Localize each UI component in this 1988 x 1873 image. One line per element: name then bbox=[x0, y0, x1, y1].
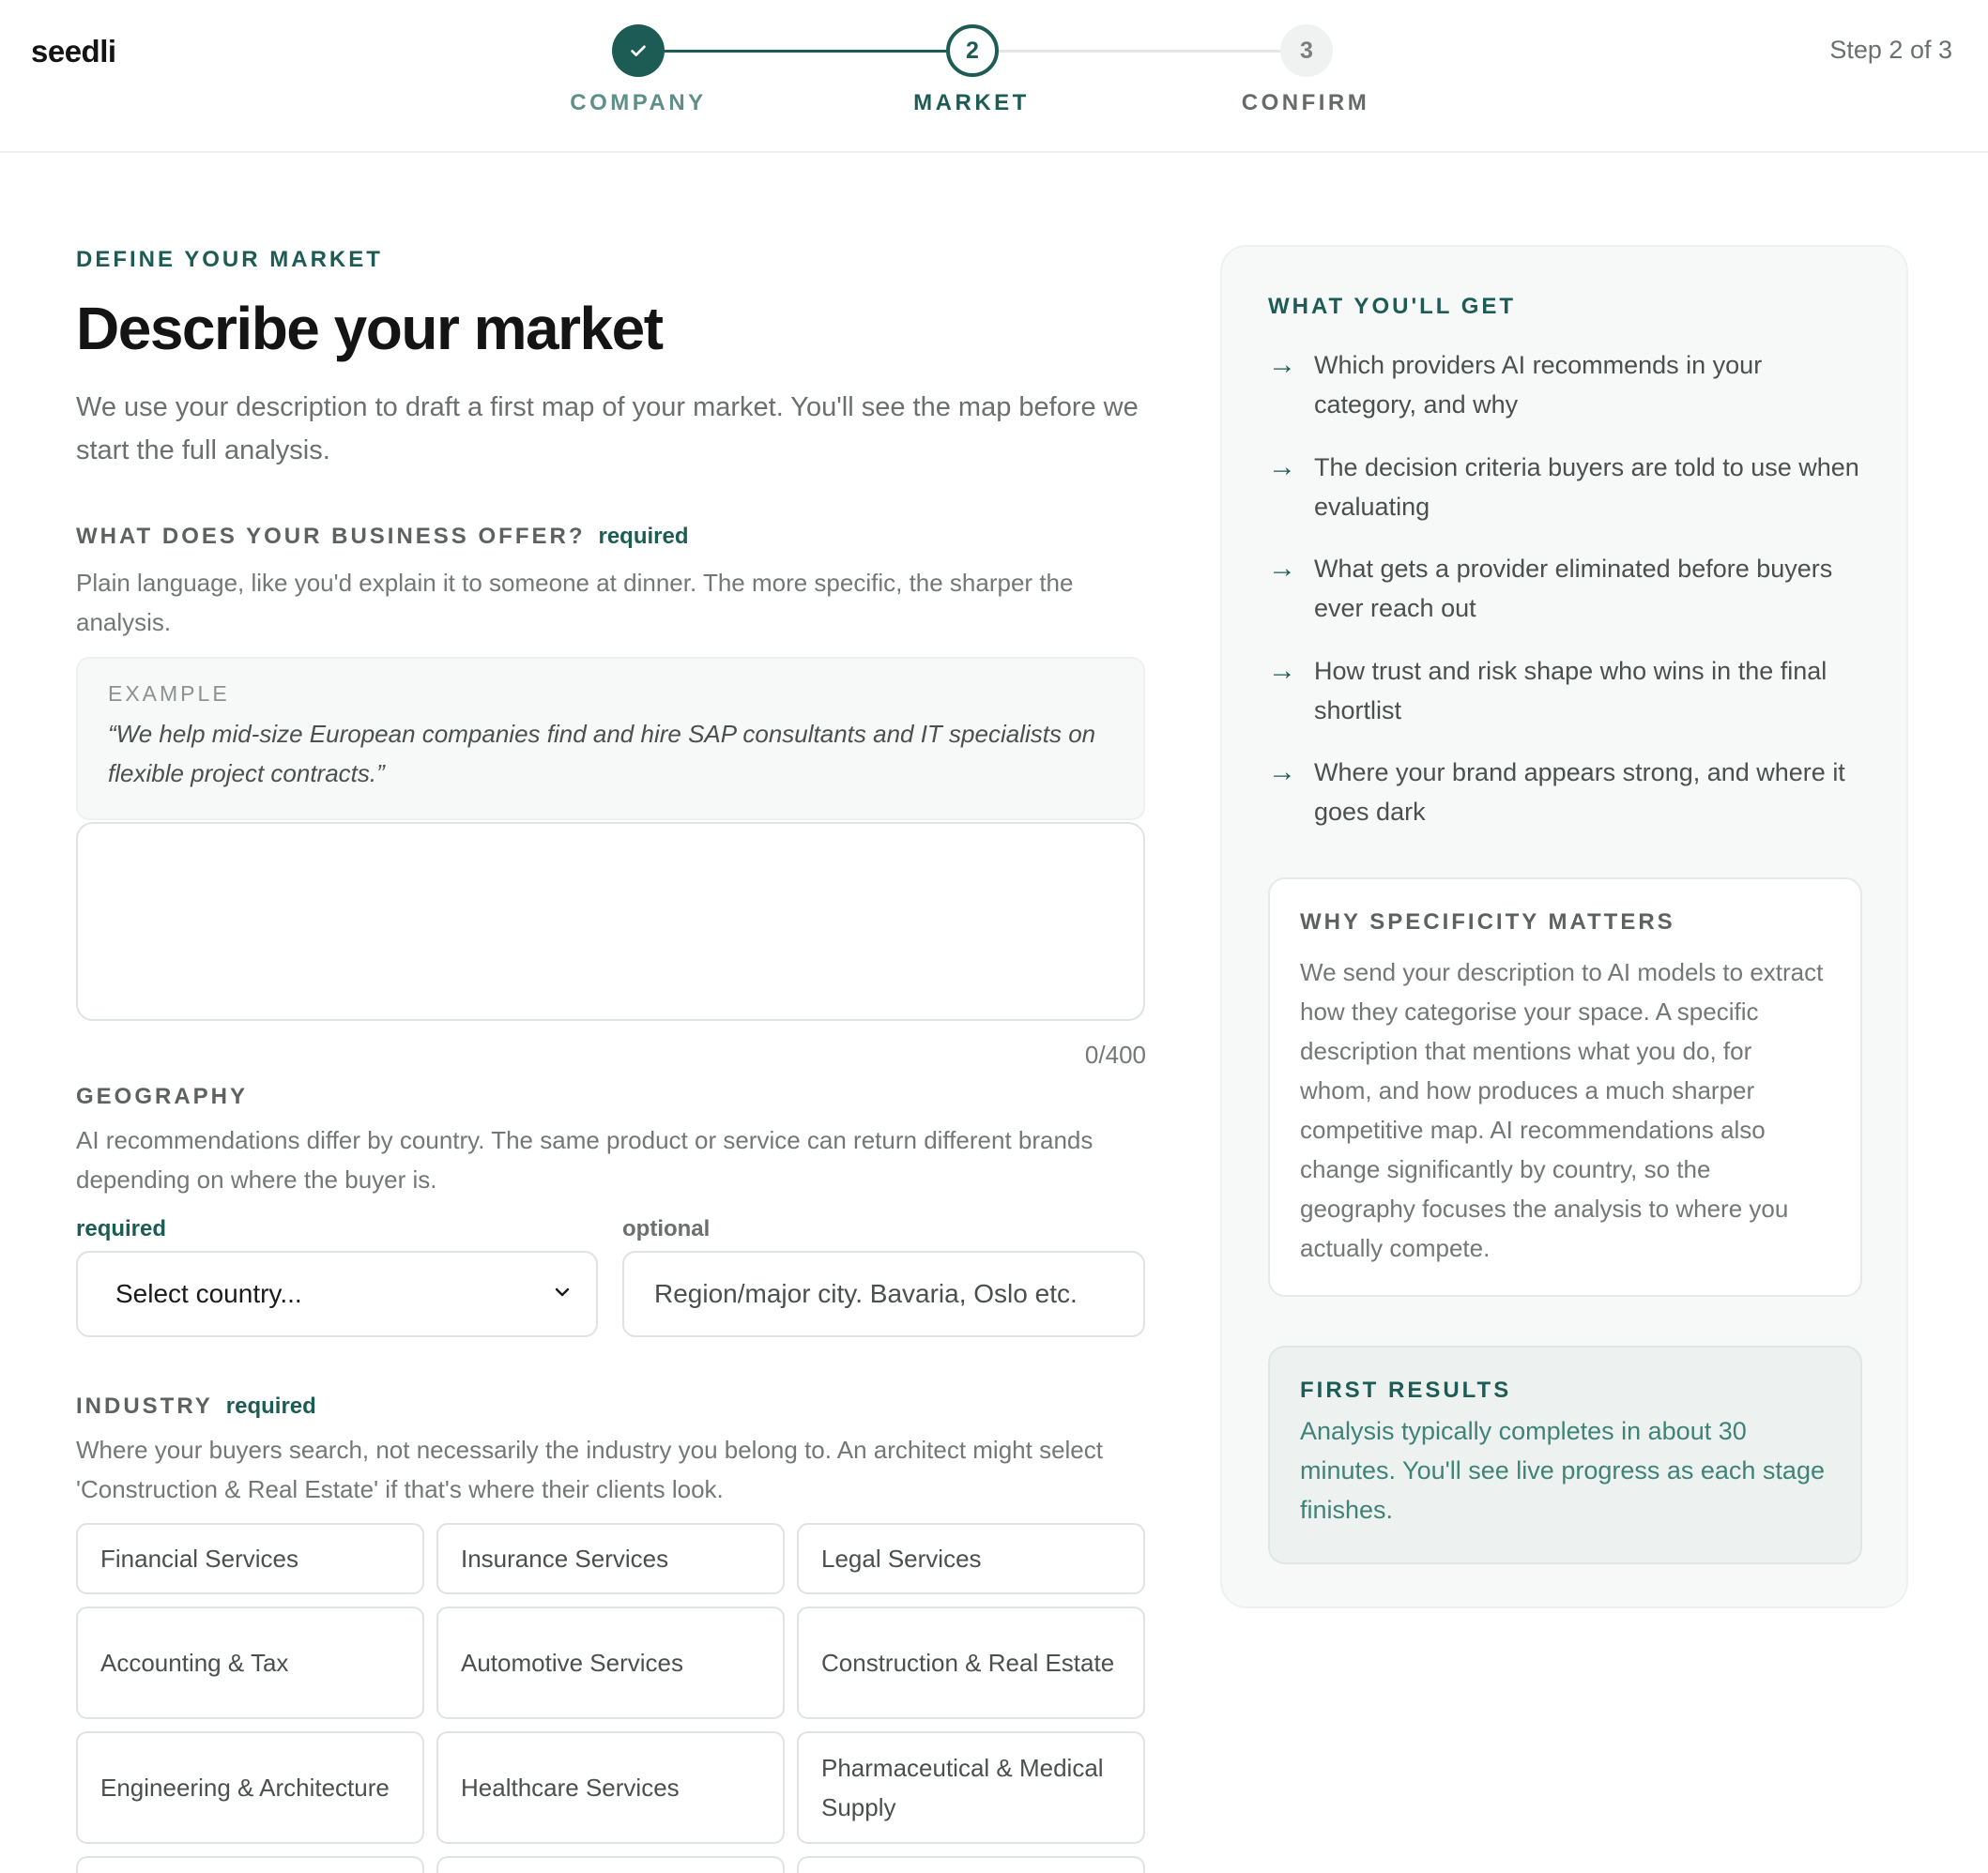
first-results-title: FIRST RESULTS bbox=[1300, 1378, 1512, 1403]
benefit-text: Where your brand appears strong, and whe… bbox=[1314, 758, 1845, 826]
first-results-box: FIRST RESULTS Analysis typically complet… bbox=[1268, 1346, 1862, 1564]
industry-label: INDUSTRY required bbox=[76, 1393, 316, 1420]
step-company-check-icon[interactable] bbox=[612, 24, 665, 77]
example-text: “We help mid-size European companies fin… bbox=[108, 720, 1096, 787]
geography-help: AI recommendations differ by country. Th… bbox=[76, 1126, 1093, 1194]
sidebar-title: WHAT YOU'LL GET bbox=[1268, 294, 1517, 319]
arrow-right-icon: → bbox=[1268, 451, 1296, 482]
character-counter: 0/400 bbox=[1084, 1041, 1146, 1069]
arrow-right-icon: → bbox=[1268, 553, 1296, 584]
industry-option-legal-services[interactable]: Legal Services bbox=[797, 1523, 1145, 1594]
industry-option-insurance-services[interactable]: Insurance Services bbox=[436, 1523, 785, 1594]
industry-option-healthcare-services[interactable]: Healthcare Services bbox=[436, 1731, 785, 1844]
country-select-value: Select country... bbox=[115, 1279, 302, 1308]
arrow-right-icon: → bbox=[1268, 756, 1296, 787]
example-box: EXAMPLE “We help mid-size European compa… bbox=[76, 657, 1145, 820]
industry-help: Where your buyers search, not necessaril… bbox=[76, 1436, 1103, 1503]
benefit-item: → What gets a provider eliminated before… bbox=[1268, 549, 1869, 628]
step-confirm-label: CONFIRM bbox=[1241, 90, 1370, 115]
country-required-tag: required bbox=[76, 1216, 167, 1241]
offer-label: WHAT DOES YOUR BUSINESS OFFER? required bbox=[76, 524, 689, 550]
benefit-item: → How trust and risk shape who wins in t… bbox=[1268, 651, 1869, 730]
benefit-item: → The decision criteria buyers are told … bbox=[1268, 448, 1869, 526]
industry-option-engineering-architecture[interactable]: Engineering & Architecture bbox=[76, 1731, 424, 1844]
country-select[interactable]: Select country... bbox=[76, 1251, 598, 1337]
industry-option-partial[interactable] bbox=[76, 1856, 424, 1873]
example-label: EXAMPLE bbox=[108, 681, 230, 706]
step-market-number: 2 bbox=[946, 24, 999, 77]
step-market-label: MARKET bbox=[913, 90, 1030, 115]
progress-stepper: 2 3 COMPANY MARKET CONFIRM bbox=[0, 0, 1988, 153]
offer-label-text: WHAT DOES YOUR BUSINESS OFFER? bbox=[76, 524, 586, 549]
page-lead: We use your description to draft a first… bbox=[76, 392, 1139, 465]
offer-required-tag: required bbox=[598, 524, 689, 549]
step-company-label[interactable]: COMPANY bbox=[526, 90, 751, 116]
geography-label: GEOGRAPHY bbox=[76, 1084, 249, 1109]
industry-required-tag: required bbox=[225, 1393, 316, 1419]
why-specificity-box: WHY SPECIFICITY MATTERS We send your des… bbox=[1268, 877, 1862, 1297]
benefit-item: → Where your brand appears strong, and w… bbox=[1268, 753, 1869, 831]
info-sidebar: WHAT YOU'LL GET → Which providers AI rec… bbox=[1220, 245, 1908, 1608]
why-text: We send your description to AI models to… bbox=[1300, 958, 1824, 1262]
industry-option-accounting-tax[interactable]: Accounting & Tax bbox=[76, 1607, 424, 1719]
arrow-right-icon: → bbox=[1268, 349, 1296, 380]
step-confirm-number: 3 bbox=[1280, 24, 1333, 77]
industry-option-partial[interactable] bbox=[797, 1856, 1145, 1873]
section-eyebrow: DEFINE YOUR MARKET bbox=[76, 247, 383, 272]
benefit-text: How trust and risk shape who wins in the… bbox=[1314, 657, 1827, 724]
region-input[interactable]: Region/major city. Bavaria, Oslo etc. bbox=[622, 1251, 1145, 1337]
industry-option-financial-services[interactable]: Financial Services bbox=[76, 1523, 424, 1594]
region-optional-tag: optional bbox=[622, 1216, 711, 1241]
why-title: WHY SPECIFICITY MATTERS bbox=[1300, 909, 1675, 935]
step-count: Step 2 of 3 bbox=[1829, 36, 1952, 64]
region-placeholder: Region/major city. Bavaria, Oslo etc. bbox=[654, 1279, 1078, 1308]
offer-textarea[interactable] bbox=[76, 822, 1145, 1021]
offer-help: Plain language, like you'd explain it to… bbox=[76, 569, 1074, 636]
benefit-item: → Which providers AI recommends in your … bbox=[1268, 345, 1869, 424]
industry-option-partial[interactable] bbox=[436, 1856, 785, 1873]
industry-option-automotive-services[interactable]: Automotive Services bbox=[436, 1607, 785, 1719]
arrow-right-icon: → bbox=[1268, 655, 1296, 686]
chevron-down-icon bbox=[555, 1287, 570, 1297]
industry-option-pharmaceutical-medical-supply[interactable]: Pharmaceutical & Medical Supply bbox=[797, 1731, 1145, 1844]
industry-option-construction-real-estate[interactable]: Construction & Real Estate bbox=[797, 1607, 1145, 1719]
step-connector-done bbox=[665, 50, 946, 53]
benefit-text: Which providers AI recommends in your ca… bbox=[1314, 351, 1763, 419]
benefit-text: The decision criteria buyers are told to… bbox=[1314, 453, 1859, 521]
industry-label-text: INDUSTRY bbox=[76, 1393, 213, 1419]
first-results-text: Analysis typically completes in about 30… bbox=[1300, 1417, 1825, 1524]
top-header: seedli 2 3 COMPANY MARKET CONFIRM Step 2… bbox=[0, 0, 1988, 153]
step-connector-todo bbox=[999, 50, 1282, 53]
page-title: Describe your market bbox=[76, 295, 664, 362]
benefit-text: What gets a provider eliminated before b… bbox=[1314, 555, 1833, 622]
